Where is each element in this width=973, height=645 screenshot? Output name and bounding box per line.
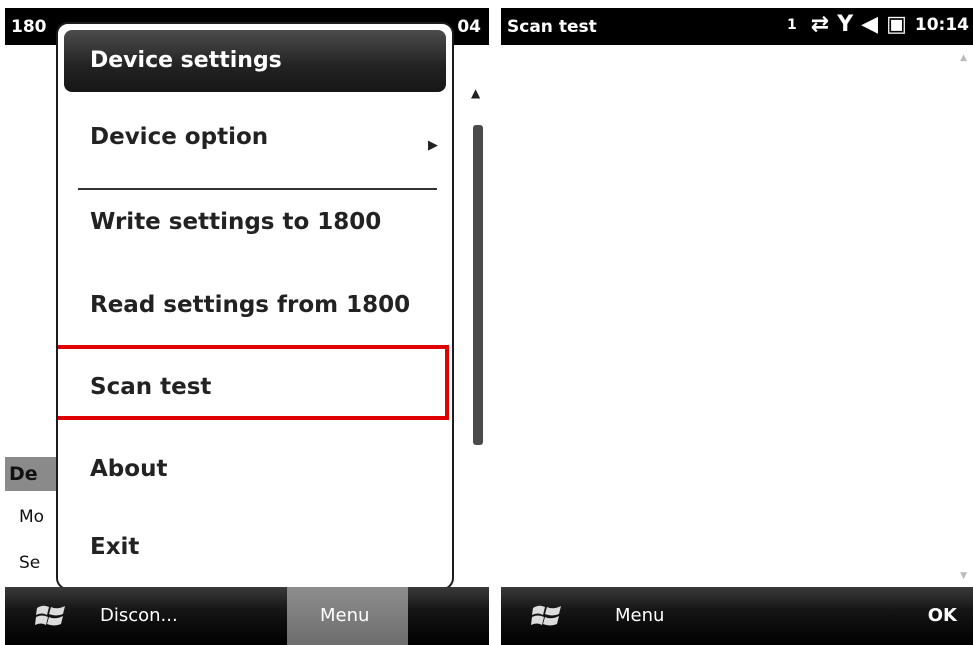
disconnect-softkey[interactable]: Discon... bbox=[100, 605, 178, 626]
windows-start-icon[interactable] bbox=[35, 602, 67, 630]
scan-test-content: ▲ ▼ bbox=[501, 45, 973, 587]
speaker-muted-icon: ◀ bbox=[861, 12, 879, 37]
menu-item-device-option[interactable]: Device option bbox=[90, 124, 268, 150]
menu-softkey-label: Menu bbox=[320, 605, 370, 626]
softkey-bar: Menu OK bbox=[501, 587, 973, 645]
menu-item-about[interactable]: About bbox=[90, 456, 167, 482]
scroll-up-icon[interactable]: ▲ bbox=[960, 53, 967, 63]
serial-label: Se bbox=[19, 553, 41, 573]
menu-item-write-settings[interactable]: Write settings to 1800 bbox=[90, 209, 381, 235]
menu-divider bbox=[78, 188, 437, 190]
menu-header-label: Device settings bbox=[90, 48, 282, 73]
menu-softkey[interactable]: Menu bbox=[615, 605, 664, 626]
scan-test-highlight bbox=[58, 345, 449, 420]
scrollbar[interactable]: ▲ ▼ bbox=[467, 86, 485, 627]
ok-softkey[interactable]: OK bbox=[928, 605, 957, 626]
status-bar: Scan test 1 ⇄ Y ◀ ▣ 10:14 bbox=[501, 8, 973, 45]
data-transfer-icon: ⇄ bbox=[810, 12, 830, 37]
softkey-bar: Discon... Menu bbox=[5, 587, 489, 645]
status-icons: 1 ⇄ Y ◀ ▣ 10:14 bbox=[787, 12, 969, 37]
status-title: Scan test bbox=[507, 17, 597, 37]
notification-count: 1 bbox=[787, 16, 797, 33]
menu-item-read-settings[interactable]: Read settings from 1800 bbox=[90, 292, 410, 318]
no-signal-icon: Y bbox=[837, 12, 854, 37]
scroll-down-icon[interactable]: ▼ bbox=[960, 571, 967, 581]
menu-item-exit[interactable]: Exit bbox=[90, 534, 139, 560]
menu-header[interactable]: Device settings bbox=[64, 30, 446, 92]
status-title: 180 bbox=[11, 17, 47, 37]
scroll-up-icon[interactable]: ▲ bbox=[471, 86, 480, 100]
right-screen: Scan test 1 ⇄ Y ◀ ▣ 10:14 ▲ ▼ Menu OK bbox=[501, 8, 973, 645]
scroll-thumb[interactable] bbox=[473, 125, 483, 445]
left-screen: 180 04 De Mo Se ▲ ▼ Device settings Devi… bbox=[5, 8, 489, 645]
battery-charging-icon: ▣ bbox=[886, 12, 907, 37]
status-time: 10:14 bbox=[914, 14, 969, 35]
status-time: 04 bbox=[457, 17, 481, 37]
section-header-label: De bbox=[9, 463, 38, 485]
windows-start-icon[interactable] bbox=[531, 602, 563, 630]
submenu-arrow-icon: ▶ bbox=[428, 138, 438, 153]
model-label: Mo bbox=[19, 507, 45, 527]
popup-menu: Device settings Device option ▶ Write se… bbox=[56, 22, 454, 590]
menu-softkey[interactable]: Menu bbox=[287, 587, 408, 645]
